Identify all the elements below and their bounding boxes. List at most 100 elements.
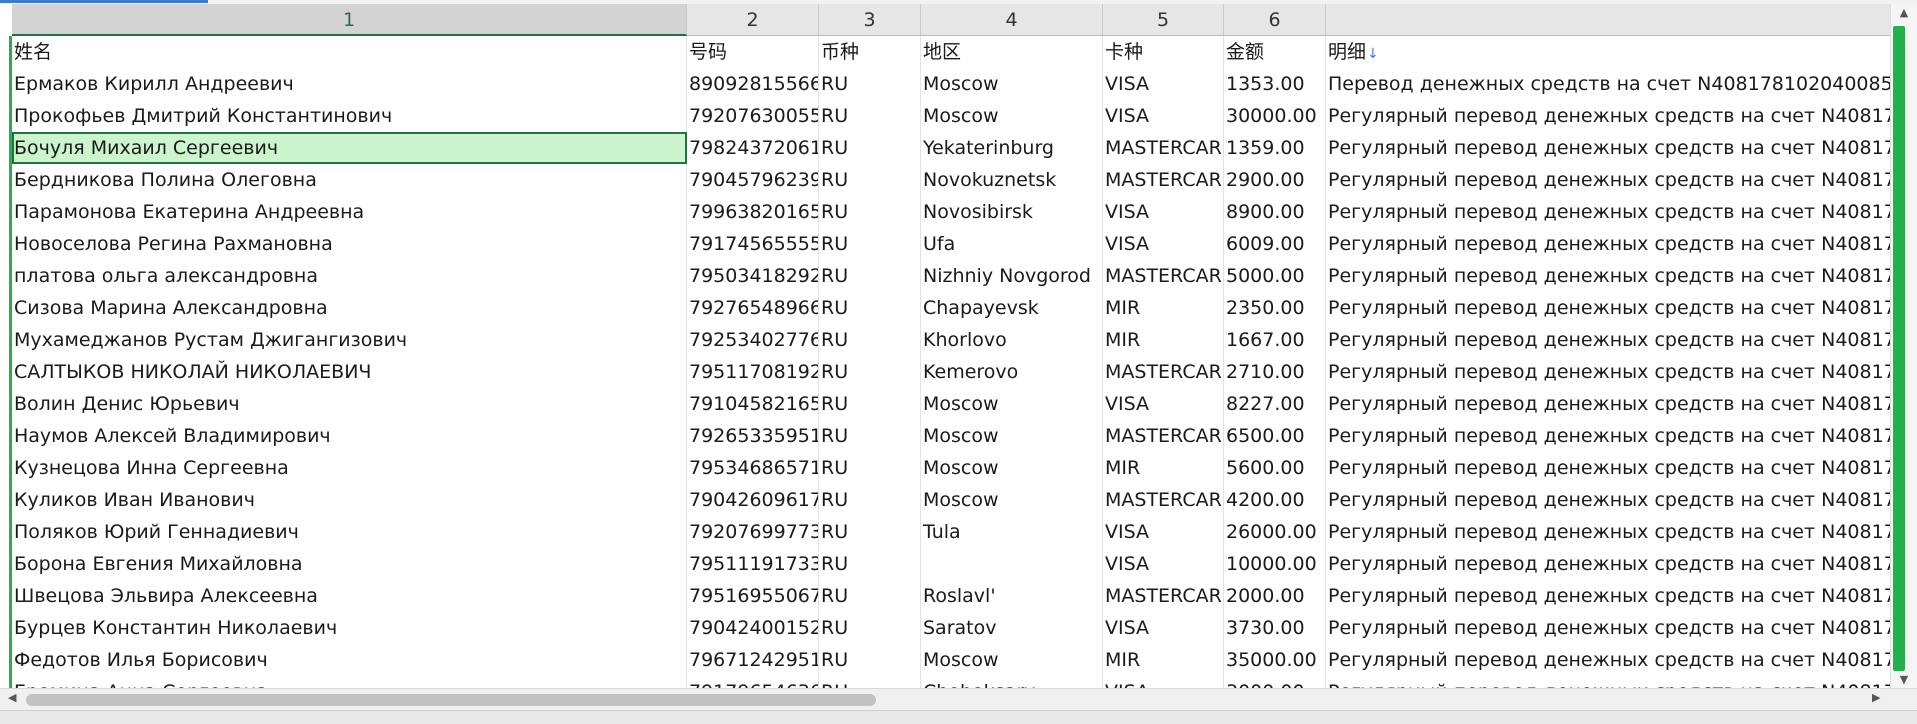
table-cell[interactable]: Регулярный перевод денежных средств на с… <box>1326 580 1902 612</box>
column-header-2[interactable]: 2 <box>687 4 819 36</box>
table-cell[interactable]: MIR <box>1103 292 1224 324</box>
table-cell[interactable]: Ермаков Кирилл Андреевич <box>12 68 687 100</box>
table-cell[interactable]: Регулярный перевод денежных средств на с… <box>1326 100 1902 132</box>
header-cell[interactable]: 地区 <box>921 36 1103 68</box>
table-cell[interactable]: Moscow <box>921 644 1103 676</box>
table-cell[interactable]: Новоселова Регина Рахмановна <box>12 228 687 260</box>
table-cell[interactable]: 79824372061 <box>687 132 819 164</box>
table-cell[interactable]: 89092815566 <box>687 68 819 100</box>
table-cell[interactable]: Куликов Иван Иванович <box>12 484 687 516</box>
table-cell[interactable]: Мухамеджанов Рустам Джигангизович <box>12 324 687 356</box>
table-cell[interactable]: 79963820165 <box>687 196 819 228</box>
table-cell[interactable]: Регулярный перевод денежных средств на с… <box>1326 292 1902 324</box>
table-cell[interactable]: MASTERCAR <box>1103 164 1224 196</box>
table-cell[interactable]: Наумов Алексей Владимирович <box>12 420 687 452</box>
column-header-5[interactable]: 5 <box>1103 4 1224 36</box>
table-cell[interactable]: Прокофьев Дмитрий Константинович <box>12 100 687 132</box>
table-cell[interactable]: 79174565555 <box>687 228 819 260</box>
table-cell[interactable]: RU <box>819 388 921 420</box>
table-cell[interactable]: 2710.00 <box>1224 356 1326 388</box>
table-cell[interactable]: Бурцев Константин Николаевич <box>12 612 687 644</box>
table-cell[interactable]: RU <box>819 548 921 580</box>
table-cell[interactable]: 2350.00 <box>1224 292 1326 324</box>
table-cell[interactable]: Регулярный перевод денежных средств на с… <box>1326 196 1902 228</box>
table-cell[interactable]: Saratov <box>921 612 1103 644</box>
table-cell[interactable]: MASTERCAR <box>1103 132 1224 164</box>
header-cell[interactable]: 币种 <box>819 36 921 68</box>
table-cell[interactable]: 79042400152 <box>687 612 819 644</box>
table-cell[interactable]: 79042609617 <box>687 484 819 516</box>
table-cell[interactable]: Tula <box>921 516 1103 548</box>
scroll-right-icon[interactable]: ▶ <box>1872 691 1880 704</box>
table-cell[interactable]: Moscow <box>921 68 1103 100</box>
table-cell[interactable]: RU <box>819 612 921 644</box>
table-cell[interactable]: RU <box>819 196 921 228</box>
table-cell[interactable]: RU <box>819 484 921 516</box>
table-cell[interactable]: платова ольга александровна <box>12 260 687 292</box>
table-cell[interactable]: RU <box>819 100 921 132</box>
scroll-up-icon[interactable]: ▲ <box>1891 6 1917 19</box>
table-cell[interactable]: VISA <box>1103 196 1224 228</box>
table-cell[interactable]: Регулярный перевод денежных средств на с… <box>1326 388 1902 420</box>
table-cell[interactable]: MIR <box>1103 324 1224 356</box>
table-cell[interactable]: Регулярный перевод денежных средств на с… <box>1326 484 1902 516</box>
table-cell[interactable]: Регулярный перевод денежных средств на с… <box>1326 612 1902 644</box>
table-cell[interactable]: 79534686571 <box>687 452 819 484</box>
table-cell[interactable]: 10000.00 <box>1224 548 1326 580</box>
table-cell[interactable]: Волин Денис Юрьевич <box>12 388 687 420</box>
table-cell[interactable]: 4200.00 <box>1224 484 1326 516</box>
column-header-1[interactable]: 1 <box>12 4 687 36</box>
table-cell[interactable]: 8227.00 <box>1224 388 1326 420</box>
table-cell[interactable]: RU <box>819 132 921 164</box>
table-cell[interactable]: RU <box>819 420 921 452</box>
table-cell[interactable]: 1359.00 <box>1224 132 1326 164</box>
table-cell[interactable]: Регулярный перевод денежных средств на с… <box>1326 516 1902 548</box>
table-cell[interactable]: 79207630055 <box>687 100 819 132</box>
sort-down-arrow-icon[interactable]: ↓ <box>1367 46 1379 62</box>
table-cell[interactable]: Novosibirsk <box>921 196 1103 228</box>
table-cell[interactable]: 3730.00 <box>1224 612 1326 644</box>
table-cell[interactable]: Перевод денежных средств на счет N408178… <box>1326 68 1902 100</box>
table-cell[interactable]: Кузнецова Инна Сергеевна <box>12 452 687 484</box>
table-cell[interactable]: 6009.00 <box>1224 228 1326 260</box>
table-cell[interactable]: Регулярный перевод денежных средств на с… <box>1326 644 1902 676</box>
table-cell[interactable]: Регулярный перевод денежных средств на с… <box>1326 132 1902 164</box>
table-cell[interactable]: Бердникова Полина Олеговна <box>12 164 687 196</box>
table-cell[interactable]: Парамонова Екатерина Андреевна <box>12 196 687 228</box>
table-cell[interactable]: Novokuznetsk <box>921 164 1103 196</box>
table-cell[interactable]: Регулярный перевод денежных средств на с… <box>1326 164 1902 196</box>
table-cell[interactable]: Yekaterinburg <box>921 132 1103 164</box>
table-cell[interactable]: RU <box>819 228 921 260</box>
table-cell[interactable]: VISA <box>1103 228 1224 260</box>
table-cell[interactable]: RU <box>819 164 921 196</box>
header-cell[interactable]: 金额 <box>1224 36 1326 68</box>
table-cell[interactable]: Регулярный перевод денежных средств на с… <box>1326 548 1902 580</box>
horizontal-scroll-thumb[interactable] <box>26 694 876 706</box>
header-cell[interactable]: 明细↓ <box>1326 36 1902 68</box>
table-cell[interactable]: Kemerovo <box>921 356 1103 388</box>
table-cell[interactable]: 6500.00 <box>1224 420 1326 452</box>
vertical-scrollbar[interactable]: ▲ ▼ <box>1890 4 1917 688</box>
table-cell[interactable]: Nizhniy Novgorod <box>921 260 1103 292</box>
table-cell[interactable]: Борона Евгения Михайловна <box>12 548 687 580</box>
table-cell[interactable]: VISA <box>1103 388 1224 420</box>
table-cell[interactable]: 79511708192 <box>687 356 819 388</box>
table-cell[interactable]: Moscow <box>921 388 1103 420</box>
table-cell[interactable]: RU <box>819 260 921 292</box>
table-cell[interactable]: Регулярный перевод денежных средств на с… <box>1326 356 1902 388</box>
table-cell[interactable]: RU <box>819 324 921 356</box>
table-cell[interactable]: MIR <box>1103 452 1224 484</box>
table-cell[interactable]: RU <box>819 68 921 100</box>
table-cell[interactable]: 79265335951 <box>687 420 819 452</box>
table-cell[interactable]: RU <box>819 292 921 324</box>
table-cell[interactable]: Moscow <box>921 420 1103 452</box>
table-cell[interactable]: RU <box>819 580 921 612</box>
table-cell[interactable]: Регулярный перевод денежных средств на с… <box>1326 324 1902 356</box>
table-cell[interactable]: MASTERCAR <box>1103 484 1224 516</box>
table-cell[interactable]: Moscow <box>921 100 1103 132</box>
table-cell[interactable]: 79671242951 <box>687 644 819 676</box>
table-cell[interactable]: 35000.00 <box>1224 644 1326 676</box>
table-cell[interactable]: VISA <box>1103 100 1224 132</box>
table-cell[interactable]: VISA <box>1103 516 1224 548</box>
table-cell[interactable]: RU <box>819 516 921 548</box>
